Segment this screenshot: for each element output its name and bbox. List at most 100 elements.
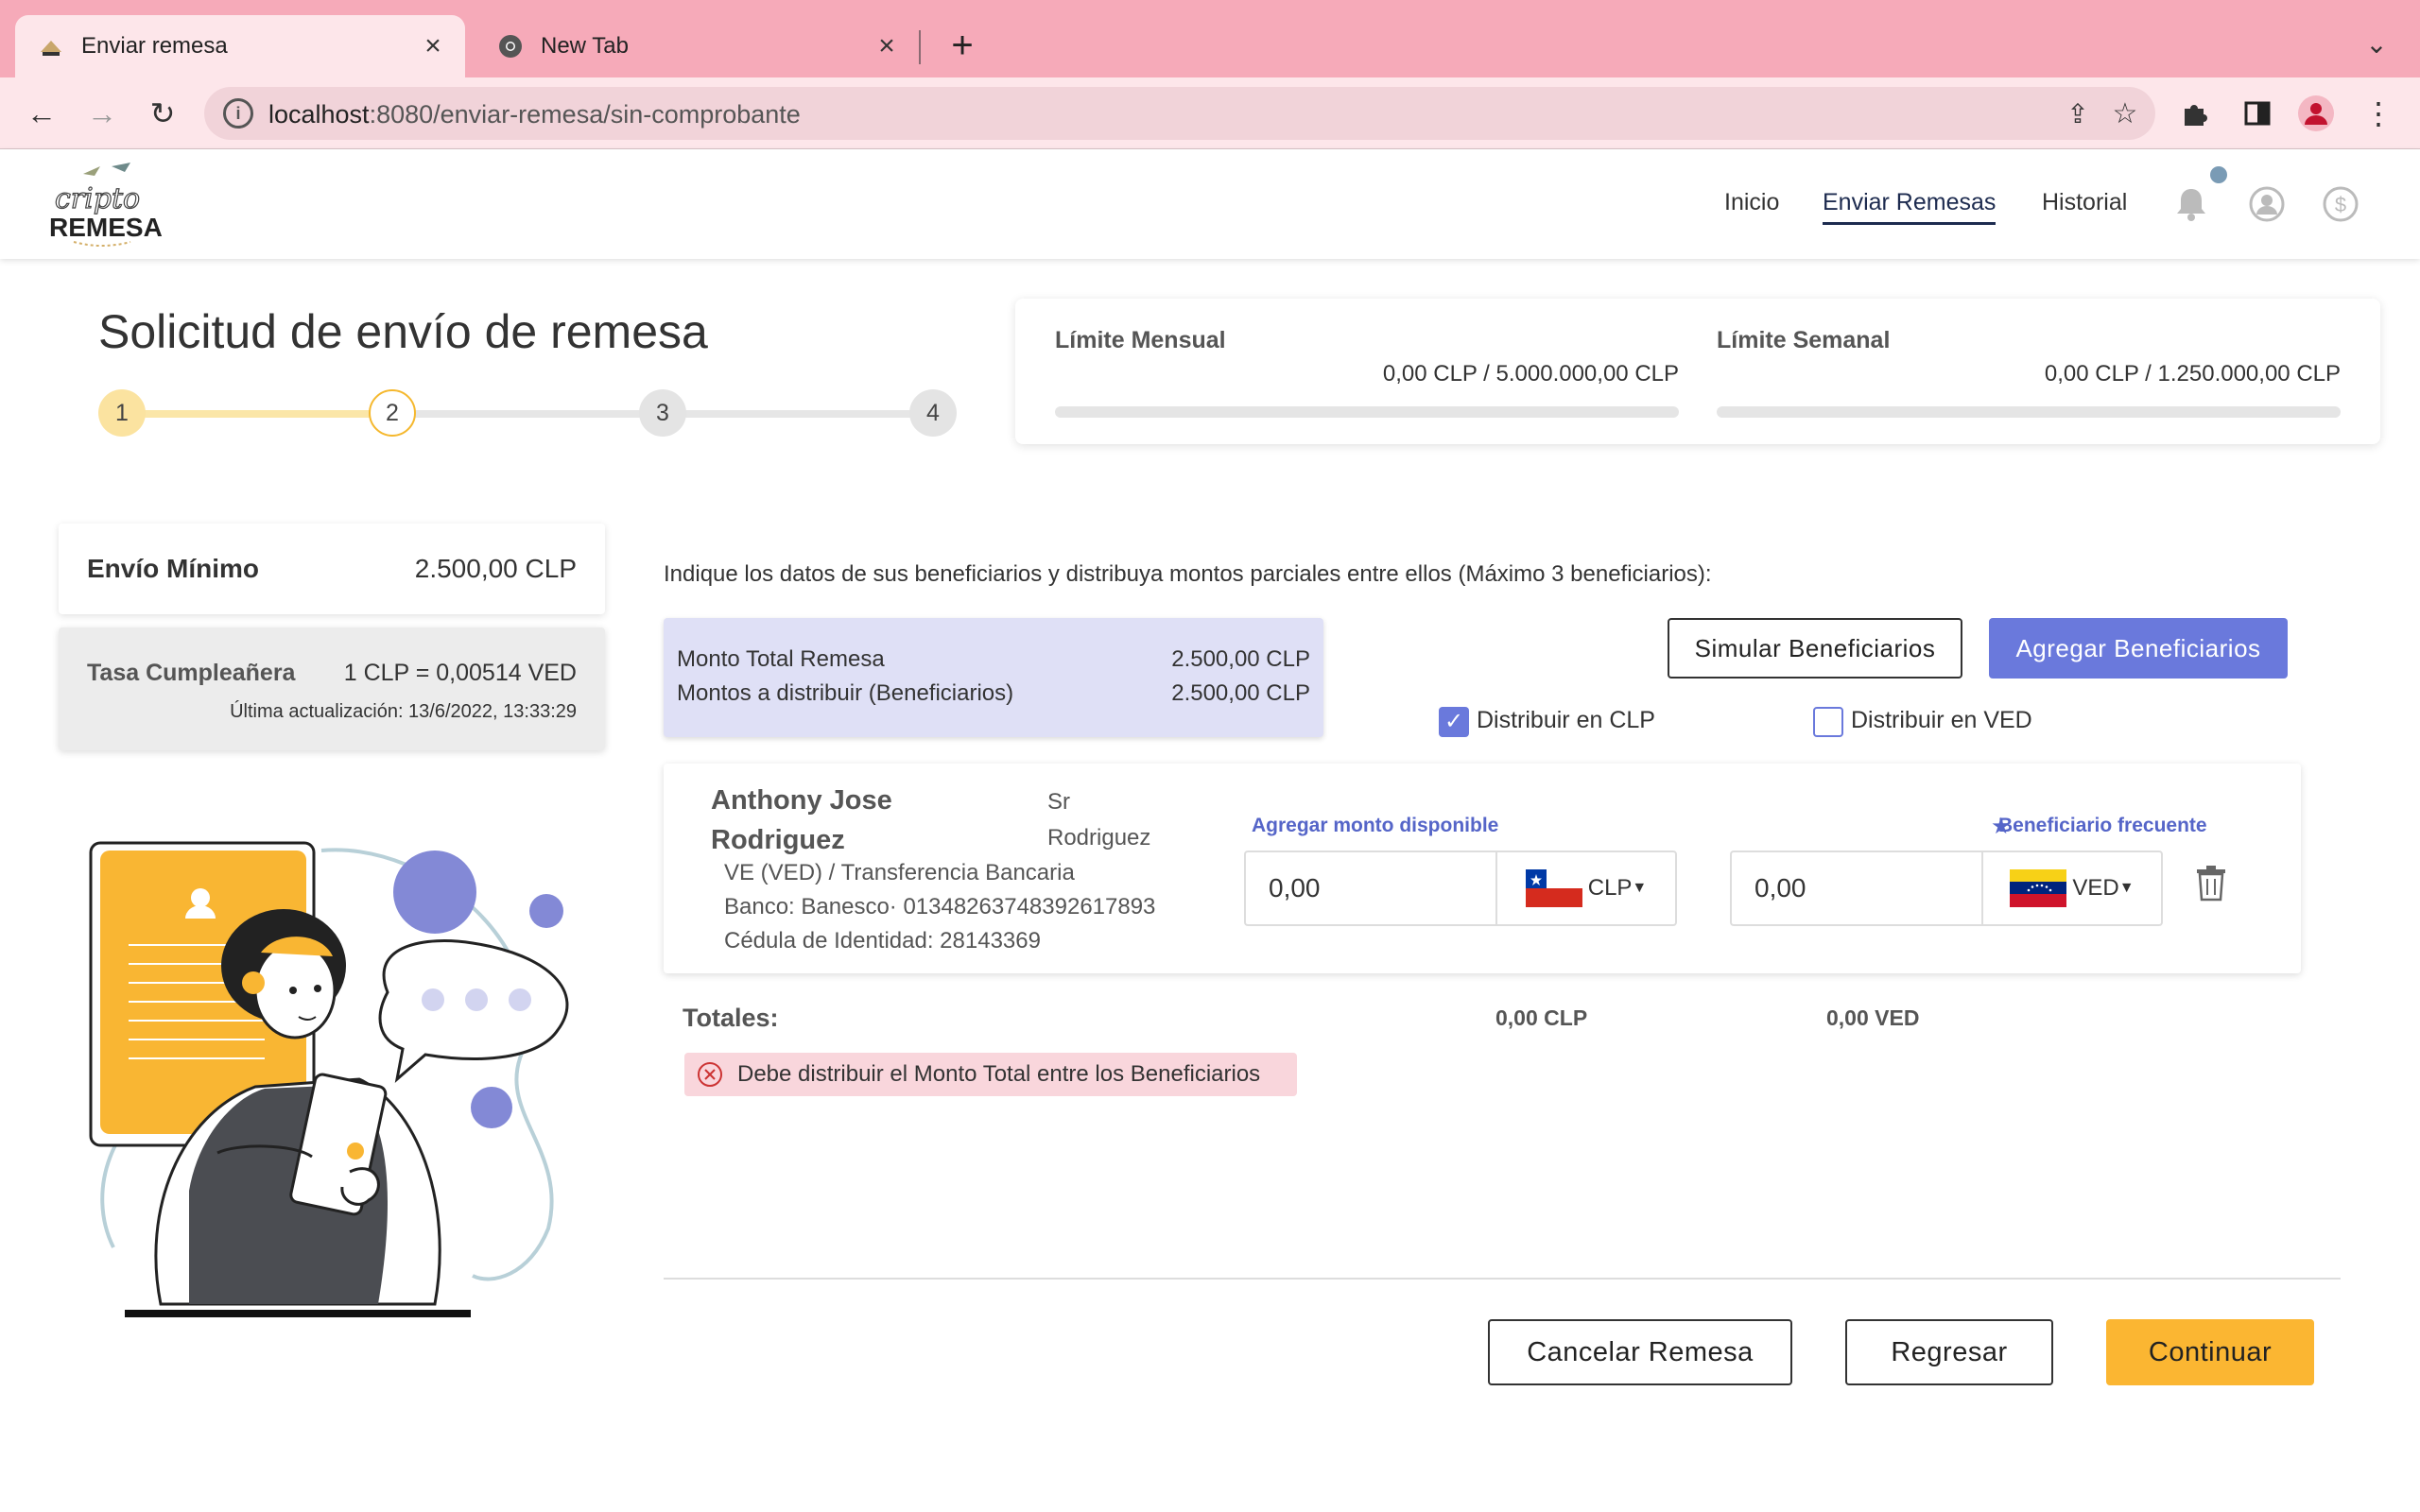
minimum-send-card: Envío Mínimo 2.500,00 CLP	[59, 524, 605, 614]
add-available-amount-link[interactable]: Agregar monto disponible	[1252, 815, 1498, 837]
distribute-clp-label[interactable]: Distribuir en CLP	[1477, 707, 1655, 734]
page-title: Solicitud de envío de remesa	[98, 305, 708, 358]
close-tab-icon[interactable]: ×	[868, 27, 906, 65]
notification-bell-icon[interactable]	[2172, 185, 2210, 223]
delete-trash-icon[interactable]	[2195, 864, 2227, 902]
share-icon[interactable]: ⇪	[2057, 93, 2099, 134]
error-message: Debe distribuir el Monto Total entre los…	[684, 1053, 1297, 1096]
currency-clp-label: CLP	[1587, 875, 1633, 901]
venezuela-flag-icon	[2010, 869, 2067, 907]
instructions-text: Indique los datos de sus beneficiarios y…	[664, 561, 1712, 587]
divider	[664, 1278, 2341, 1280]
cancel-remittance-button[interactable]: Cancelar Remesa	[1488, 1319, 1792, 1385]
browser-tab-bar: Enviar remesa × New Tab × + ⌄	[0, 0, 2420, 77]
tab-separator	[919, 30, 921, 64]
stepper-progress-complete	[121, 410, 391, 418]
simulate-beneficiaries-button[interactable]: Simular Beneficiarios	[1668, 618, 1962, 679]
add-beneficiaries-button[interactable]: Agregar Beneficiarios	[1989, 618, 2288, 679]
dropdown-caret-icon: ▼	[2118, 880, 2135, 896]
site-favicon-icon	[41, 41, 61, 56]
exchange-rate-card: Tasa Cumpleañera 1 CLP = 0,00514 VED Últ…	[59, 627, 605, 750]
close-tab-icon[interactable]: ×	[414, 27, 452, 65]
step-4: 4	[909, 389, 957, 437]
url-path: :8080/enviar-remesa/sin-comprobante	[369, 100, 801, 129]
rate-last-updated: Última actualización: 13/6/2022, 13:33:2…	[230, 701, 577, 722]
distribute-ved-checkbox[interactable]	[1813, 707, 1843, 737]
nav-inicio[interactable]: Inicio	[1724, 189, 1779, 216]
weekly-limit-bar	[1717, 406, 2341, 418]
currency-ved-label: VED	[2072, 875, 2119, 901]
error-circle-x-icon	[698, 1062, 722, 1087]
beneficiary-method: VE (VED) / Transferencia Bancaria	[724, 860, 1075, 885]
new-tab-plus-icon[interactable]: +	[942, 25, 983, 66]
reload-icon[interactable]: ↻	[142, 93, 183, 134]
bookmark-star-icon[interactable]: ☆	[2104, 93, 2146, 134]
app-header: cripto REMESA Inicio Enviar Remesas Hist…	[0, 149, 2420, 259]
beneficiary-bank: Banco: Banesco· 01348263748392617893	[724, 894, 1156, 919]
weekly-limit-value: 0,00 CLP / 1.250.000,00 CLP	[2044, 361, 2341, 387]
distribute-clp-checkbox[interactable]: ✓	[1439, 707, 1469, 737]
beneficiary-title: Sr Rodriguez	[1047, 789, 1151, 850]
minimum-send-value: 2.500,00 CLP	[414, 554, 577, 583]
beneficiary-id: Cédula de Identidad: 28143369	[724, 928, 1041, 954]
user-account-icon[interactable]	[2248, 185, 2286, 223]
total-remittance-label: Monto Total Remesa	[677, 646, 885, 672]
distribute-amount-value: 2.500,00 CLP	[1171, 680, 1310, 706]
back-arrow-icon[interactable]: ←	[21, 93, 62, 134]
step-3: 3	[639, 389, 686, 437]
currency-dollar-icon[interactable]: $	[2322, 185, 2360, 223]
amount-clp-input[interactable]: 0,00	[1244, 850, 1495, 926]
profile-avatar-icon[interactable]	[2295, 93, 2337, 134]
amount-ved-input[interactable]: 0,00	[1730, 850, 1981, 926]
site-info-icon[interactable]: i	[223, 98, 253, 129]
back-button[interactable]: Regresar	[1845, 1319, 2053, 1385]
chile-flag-icon	[1525, 869, 1582, 907]
browser-menu-icon[interactable]: ⋮	[2358, 93, 2399, 134]
remittance-totals-box: Monto Total Remesa 2.500,00 CLP Montos a…	[664, 618, 1323, 737]
monthly-limit-value: 0,00 CLP / 5.000.000,00 CLP	[1382, 361, 1679, 387]
browser-toolbar: ← → ↻ i localhost:8080/enviar-remesa/sin…	[0, 77, 2420, 149]
currency-ved-select[interactable]: VED ▼	[1981, 850, 2163, 926]
totals-label: Totales:	[683, 1004, 779, 1032]
rate-value: 1 CLP = 0,00514 VED	[343, 660, 577, 686]
tab-label: New Tab	[541, 33, 629, 59]
monthly-limit-title: Límite Mensual	[1055, 327, 1226, 353]
address-bar[interactable]: i localhost:8080/enviar-remesa/sin-compr…	[204, 87, 2155, 140]
minimum-send-label: Envío Mínimo	[87, 554, 259, 583]
weekly-limit-title: Límite Semanal	[1717, 327, 1891, 353]
cripto-remesa-logo[interactable]: cripto REMESA	[45, 161, 168, 251]
dropdown-caret-icon: ▼	[1632, 880, 1648, 896]
nav-enviar-remesas[interactable]: Enviar Remesas	[1823, 189, 1996, 225]
logo-top-text: cripto	[55, 182, 140, 215]
tab-search-chevron-icon[interactable]: ⌄	[2358, 28, 2395, 66]
limits-card: Límite Mensual 0,00 CLP / 5.000.000,00 C…	[1015, 299, 2380, 444]
totals-ved-value: 0,00 VED	[1826, 1005, 1920, 1030]
chrome-icon	[499, 35, 522, 58]
monthly-limit-bar	[1055, 406, 1679, 418]
logo-bottom-text: REMESA	[49, 213, 163, 242]
url-host: localhost	[268, 100, 370, 129]
person-with-tablet-illustration	[89, 841, 569, 1317]
currency-clp-select[interactable]: CLP ▼	[1495, 850, 1677, 926]
tab-enviar-remesa[interactable]: Enviar remesa ×	[15, 15, 465, 77]
distribute-ved-label[interactable]: Distribuir en VED	[1851, 707, 2032, 734]
tab-label: Enviar remesa	[81, 33, 228, 59]
distribute-amount-label: Montos a distribuir (Beneficiarios)	[677, 680, 1014, 706]
error-text: Debe distribuir el Monto Total entre los…	[737, 1061, 1261, 1087]
totals-clp-value: 0,00 CLP	[1495, 1005, 1588, 1030]
frequent-beneficiary-label[interactable]: Beneficiario frecuente	[1998, 815, 2207, 837]
nav-historial[interactable]: Historial	[2042, 189, 2127, 216]
side-panel-icon[interactable]	[2237, 93, 2278, 134]
beneficiary-name: Anthony Jose Rodriguez	[711, 785, 892, 855]
extensions-puzzle-icon[interactable]	[2174, 93, 2216, 134]
beneficiary-card: Anthony Jose Rodriguez Sr Rodriguez VE (…	[664, 764, 2301, 973]
tab-new-tab[interactable]: New Tab ×	[475, 15, 919, 77]
total-remittance-value: 2.500,00 CLP	[1171, 646, 1310, 672]
rate-label: Tasa Cumpleañera	[87, 660, 296, 686]
svg-text:$: $	[2335, 193, 2346, 216]
step-2-current: 2	[369, 389, 416, 437]
forward-arrow-icon[interactable]: →	[81, 93, 123, 134]
url-text: localhost:8080/enviar-remesa/sin-comprob…	[268, 100, 801, 129]
continue-button[interactable]: Continuar	[2106, 1319, 2314, 1385]
step-1: 1	[98, 389, 146, 437]
